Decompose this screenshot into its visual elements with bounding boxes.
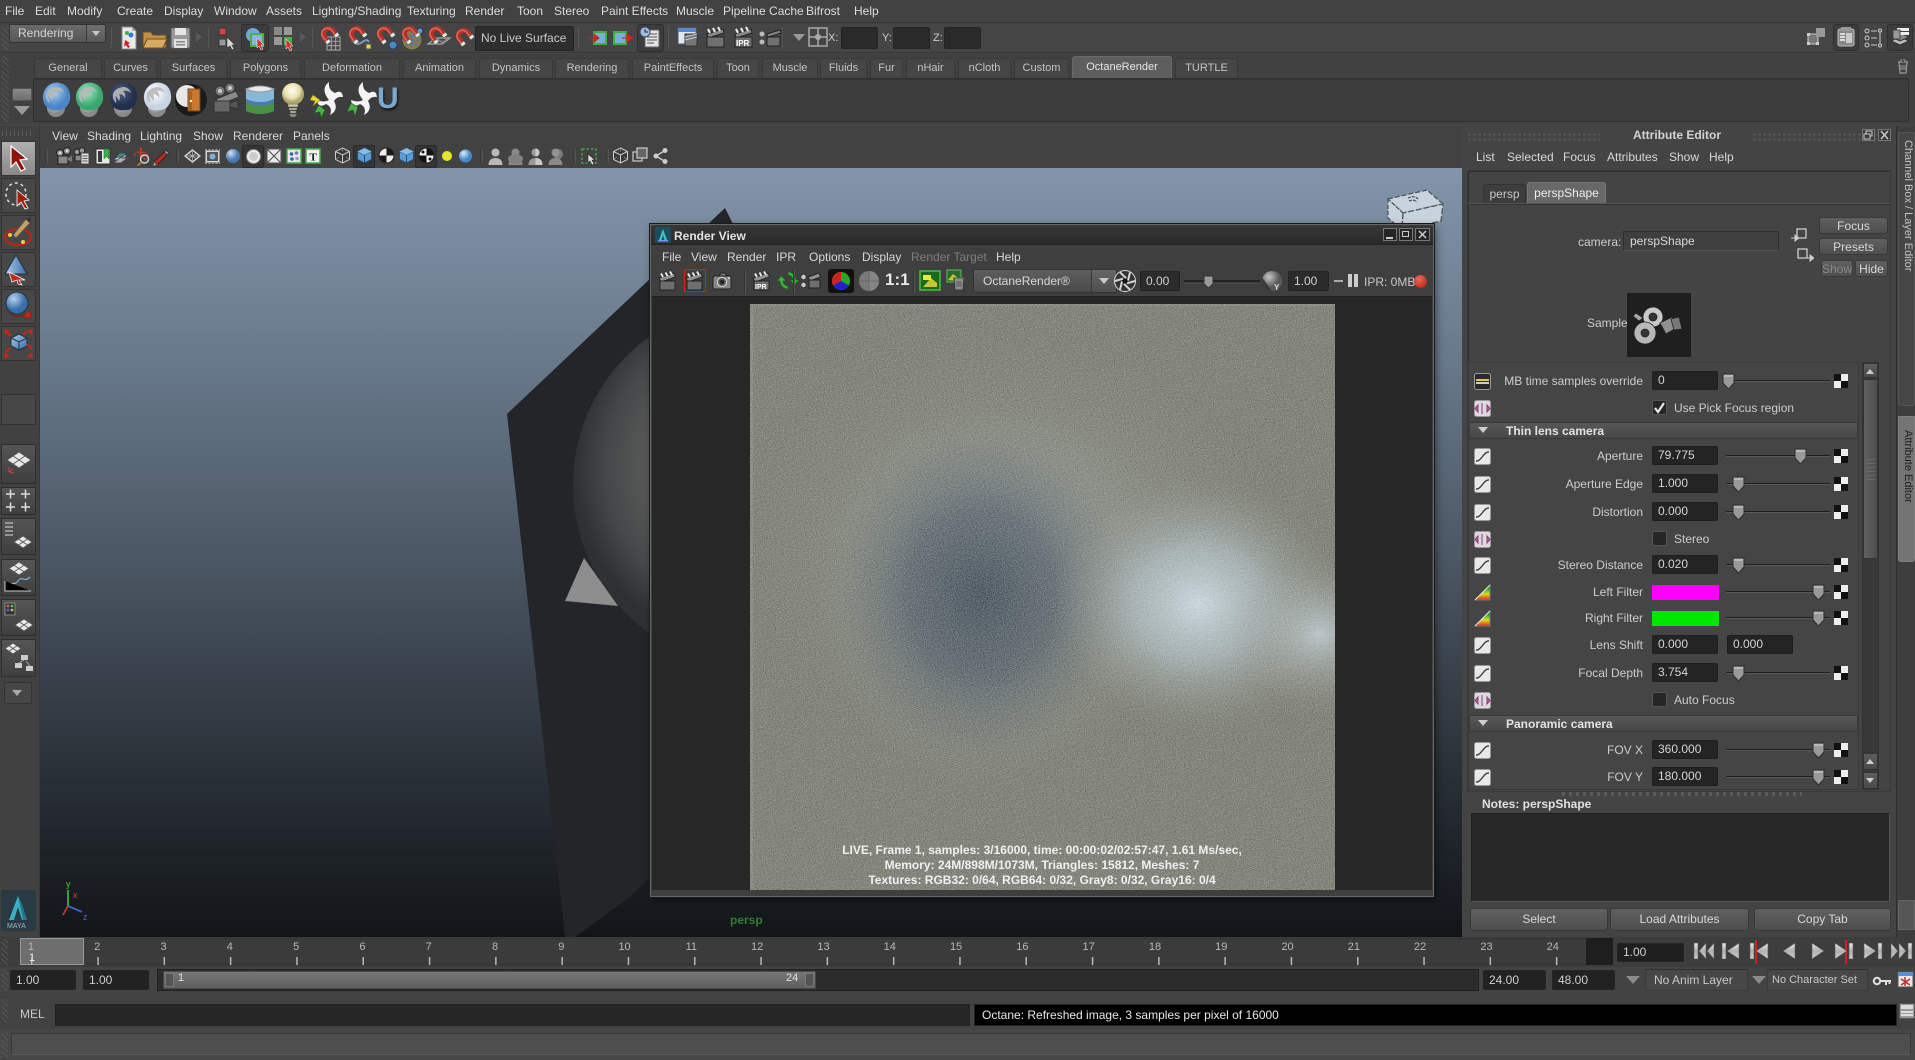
svg-text:2: 2 <box>94 941 100 953</box>
svg-text:Textures: RGB32: 0/64, RGB64:: Textures: RGB32: 0/64, RGB64: 0/32, Gray… <box>868 873 1216 887</box>
svg-text:IPR: IPR <box>755 284 767 291</box>
svg-text:12: 12 <box>751 941 763 953</box>
svg-text:23: 23 <box>1480 941 1492 953</box>
svg-text:persp: persp <box>730 913 763 927</box>
svg-text:19: 19 <box>1215 941 1227 953</box>
svg-text:24: 24 <box>1547 941 1559 953</box>
svg-text:T: T <box>310 152 318 164</box>
svg-text:10: 10 <box>618 941 630 953</box>
svg-text:22: 22 <box>1414 941 1426 953</box>
svg-text:x: x <box>73 890 78 900</box>
svg-text:20: 20 <box>1281 941 1293 953</box>
svg-text:18: 18 <box>1149 941 1161 953</box>
svg-text:9: 9 <box>558 941 564 953</box>
svg-text:y: y <box>66 879 71 889</box>
svg-text:MAYA: MAYA <box>7 923 26 930</box>
svg-text:14: 14 <box>884 941 896 953</box>
svg-text:8: 8 <box>492 941 498 953</box>
svg-text:16: 16 <box>1016 941 1028 953</box>
svg-text:Memory: 24M/898M/1073M, Triang: Memory: 24M/898M/1073M, Triangles: 15812… <box>885 858 1200 872</box>
svg-text:IPR: IPR <box>736 39 750 48</box>
svg-text:11: 11 <box>686 941 697 953</box>
svg-text:6: 6 <box>359 941 365 953</box>
svg-text:15: 15 <box>950 941 962 953</box>
svg-text:21: 21 <box>1348 941 1360 953</box>
svg-text:Y: Y <box>1274 283 1280 292</box>
svg-text:z: z <box>83 912 88 922</box>
svg-text:5: 5 <box>293 941 299 953</box>
svg-text:7: 7 <box>426 941 432 953</box>
svg-text:3: 3 <box>160 941 166 953</box>
svg-text:LIVE, Frame 1, samples: 3/1600: LIVE, Frame 1, samples: 3/16000, time: 0… <box>842 843 1242 857</box>
svg-text:13: 13 <box>817 941 829 953</box>
svg-text:4: 4 <box>227 941 233 953</box>
svg-text:17: 17 <box>1083 941 1095 953</box>
